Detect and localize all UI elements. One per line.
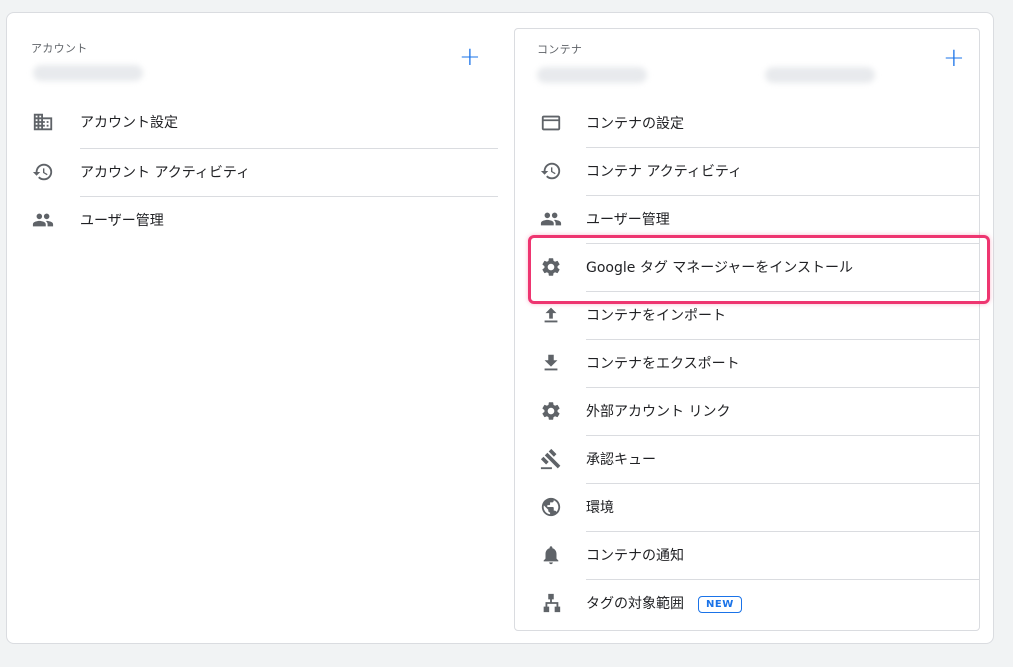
globe-icon [539, 495, 563, 519]
container-item-label: タグの対象範囲 NEW [586, 593, 742, 613]
people-icon [31, 208, 55, 232]
container-item-approval-queue[interactable]: 承認キュー [515, 435, 979, 483]
container-item-settings[interactable]: コンテナの設定 [515, 99, 979, 147]
container-item-external-links[interactable]: 外部アカウント リンク [515, 387, 979, 435]
account-item-users[interactable]: ユーザー管理 [31, 196, 501, 244]
container-item-label: コンテナをエクスポート [586, 356, 740, 372]
container-item-tag-coverage[interactable]: タグの対象範囲 NEW [515, 579, 979, 627]
add-account-button[interactable]: + [459, 44, 481, 70]
container-panel: コンテナ + コンテナの設定 コンテナ アクティビティ ユーザー管理 Googl… [514, 28, 980, 631]
container-section-label: コンテナ [537, 43, 583, 56]
container-item-environments[interactable]: 環境 [515, 483, 979, 531]
hierarchy-icon [539, 591, 563, 615]
highlight-box [528, 235, 990, 304]
account-name-redacted [33, 65, 143, 81]
account-item-label: アカウント アクティビティ [80, 165, 251, 181]
container-item-label: 外部アカウント リンク [586, 404, 731, 420]
bell-icon [539, 543, 563, 567]
tag-coverage-label: タグの対象範囲 [586, 596, 684, 612]
container-item-activity[interactable]: コンテナ アクティビティ [515, 147, 979, 195]
account-section-label: アカウント [31, 42, 88, 55]
new-badge: NEW [698, 595, 742, 613]
download-icon [539, 351, 563, 375]
container-item-export[interactable]: コンテナをエクスポート [515, 339, 979, 387]
add-container-button[interactable]: + [943, 45, 965, 71]
web-window-icon [539, 111, 563, 135]
building-icon [31, 110, 55, 134]
admin-card: アカウント + アカウント設定 アカウント アクティビティ ユーザー管理 コンテ… [6, 12, 994, 644]
upload-icon [539, 303, 563, 327]
container-item-label: 承認キュー [586, 452, 656, 468]
history-icon [539, 159, 563, 183]
gear-icon [539, 399, 563, 423]
account-item-activity[interactable]: アカウント アクティビティ [31, 148, 501, 196]
container-id-redacted [765, 67, 875, 83]
container-item-label: コンテナの通知 [586, 548, 684, 564]
container-item-label: ユーザー管理 [586, 212, 670, 228]
container-item-label: コンテナをインポート [586, 308, 726, 324]
container-item-label: コンテナの設定 [586, 116, 684, 132]
people-icon [539, 207, 563, 231]
account-item-settings[interactable]: アカウント設定 [31, 98, 501, 146]
gavel-icon [539, 447, 563, 471]
container-item-label: コンテナ アクティビティ [586, 164, 743, 180]
container-name-redacted [537, 67, 647, 83]
history-icon [31, 160, 55, 184]
container-item-label: 環境 [586, 500, 614, 516]
account-item-label: アカウント設定 [80, 115, 178, 131]
container-item-notifications[interactable]: コンテナの通知 [515, 531, 979, 579]
account-item-label: ユーザー管理 [80, 213, 164, 229]
